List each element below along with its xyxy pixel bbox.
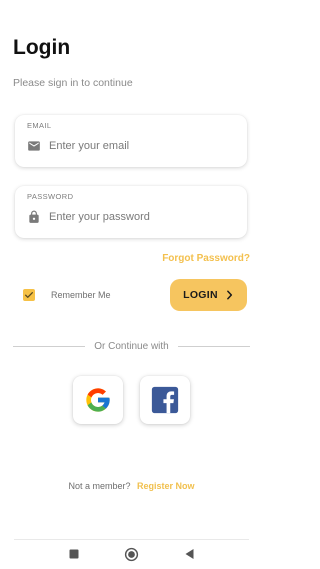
chevron-right-icon (226, 290, 232, 300)
password-label: PASSWORD (27, 192, 74, 201)
google-login-button[interactable] (73, 376, 123, 424)
divider-left (13, 346, 85, 347)
password-field[interactable]: PASSWORD (15, 186, 247, 238)
login-button-label: LOGIN (183, 289, 218, 301)
lock-icon (27, 210, 41, 224)
divider-label: Or Continue with (94, 341, 169, 352)
password-input[interactable] (49, 208, 235, 226)
remember-me-label: Remember Me (51, 290, 111, 300)
google-icon (86, 388, 110, 412)
forgot-password-link[interactable]: Forgot Password? (162, 253, 250, 264)
email-input[interactable] (49, 137, 235, 155)
back-icon[interactable] (181, 546, 197, 562)
email-label: EMAIL (27, 121, 52, 130)
divider-right (178, 346, 250, 347)
register-prompt: Not a member? Register Now (0, 481, 263, 491)
remember-me-checkbox[interactable] (23, 289, 35, 301)
facebook-icon (151, 386, 179, 414)
login-button[interactable]: LOGIN (170, 279, 247, 311)
page-title: Login (13, 36, 71, 59)
mail-icon (27, 139, 41, 153)
register-link[interactable]: Register Now (137, 481, 195, 491)
email-field[interactable]: EMAIL (15, 115, 247, 167)
not-member-text: Not a member? (68, 481, 131, 491)
system-navbar-divider (14, 539, 249, 540)
page-subtitle: Please sign in to continue (13, 77, 133, 89)
home-icon[interactable] (123, 546, 139, 562)
facebook-login-button[interactable] (140, 376, 190, 424)
recent-apps-icon[interactable] (66, 546, 82, 562)
check-icon (25, 292, 33, 298)
